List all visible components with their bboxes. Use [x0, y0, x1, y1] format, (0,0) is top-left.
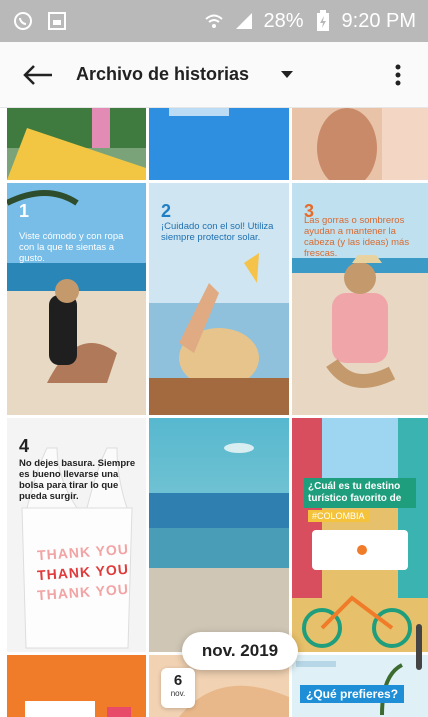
signal-icon [233, 10, 255, 32]
story-caption: ¡Cuidado con el sol! Utiliza siempre pro… [161, 221, 274, 243]
image-icon [46, 10, 68, 32]
battery-icon [312, 10, 334, 32]
page-title[interactable]: Archivo de historias [76, 64, 249, 85]
more-vert-icon[interactable] [386, 63, 410, 87]
story-thumbnail[interactable] [292, 108, 428, 180]
battery-percent: 28% [263, 9, 304, 32]
story-thumbnail[interactable]: 3 Las gorras o sombreros ayudan a manten… [292, 183, 428, 415]
story-thumbnail[interactable] [149, 418, 289, 652]
whatsapp-icon [12, 10, 34, 32]
story-grid: 1 Viste cómodo y con ropa con la que te … [7, 108, 428, 717]
story-thumbnail[interactable] [7, 108, 146, 180]
status-bar: 28% 9:20 PM [0, 0, 428, 42]
story-caption: No dejes basura. Siempre es bueno llevar… [19, 458, 136, 502]
date-badge: 6 nov. [161, 668, 195, 708]
story-number: 4 [19, 436, 30, 456]
story-thumbnail[interactable]: ¿Cuál es tu destino turístico favorito d… [292, 418, 428, 652]
caret-down-icon[interactable] [275, 63, 299, 87]
wifi-icon [203, 10, 225, 32]
date-day: 6 [173, 672, 183, 689]
story-caption: Las gorras o sombreros ayudan a mantener… [304, 215, 410, 259]
story-thumbnail[interactable]: 4 No dejes basura. Siempre es bueno llev… [7, 418, 146, 652]
story-question-overlay: ¿Qué prefieres? [300, 685, 405, 703]
story-number: 1 [19, 201, 30, 221]
story-caption: Viste cómodo y con ropa con la que te si… [19, 231, 124, 264]
story-thumbnail[interactable]: 1 Viste cómodo y con ropa con la que te … [7, 183, 146, 415]
app-bar: Archivo de historias [0, 42, 428, 108]
date-month: nov. [170, 689, 186, 698]
story-hashtag: #COLOMBIA [308, 510, 369, 522]
clock: 9:20 PM [341, 9, 416, 32]
story-thumbnail[interactable]: 2 ¡Cuidado con el sol! Utiliza siempre p… [149, 183, 289, 415]
story-thumbnail[interactable]: ¿Qué prefieres? [292, 655, 428, 717]
story-thumbnail[interactable] [7, 655, 146, 717]
scrollbar-handle[interactable] [416, 624, 422, 670]
story-thumbnail[interactable] [149, 108, 289, 180]
story-question-overlay: ¿Cuál es tu destino turístico favorito d… [304, 478, 416, 508]
story-number: 2 [161, 201, 172, 221]
month-label: nov. 2019 [182, 632, 298, 670]
arrow-left-icon[interactable] [10, 47, 66, 103]
